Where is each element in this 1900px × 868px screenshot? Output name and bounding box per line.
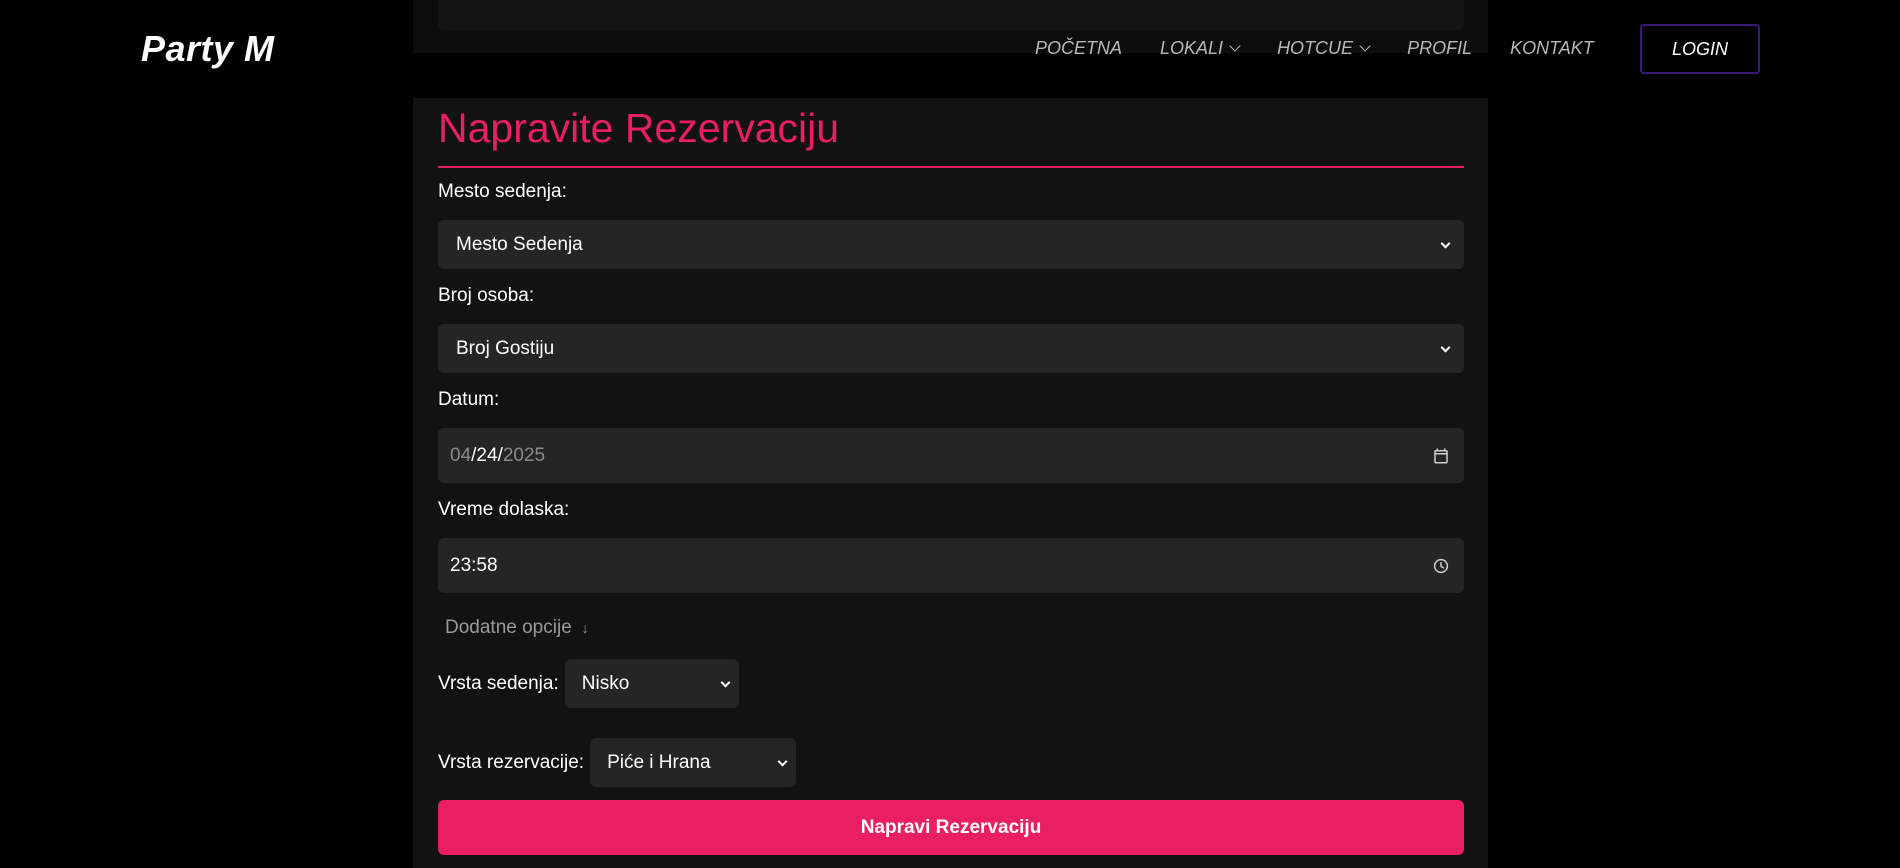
chevron-down-icon [720, 677, 731, 688]
date-day: 24 [476, 444, 498, 466]
time-input[interactable]: 23:58 [438, 538, 1464, 593]
form-title: Napravite Rezervaciju [438, 106, 1464, 168]
nav-item-label: LOKALI [1160, 38, 1224, 58]
seating-type-select[interactable]: Nisko [564, 659, 739, 708]
nav-item-hotcue[interactable]: HOTCUE [1277, 38, 1371, 59]
chevron-down-icon [777, 756, 788, 767]
nav-item-lokali[interactable]: LOKALI [1160, 38, 1241, 59]
nav-item-label: PROFIL [1407, 38, 1473, 58]
guests-select[interactable]: Broj Gostiju [438, 324, 1464, 373]
chevron-down-icon [1359, 40, 1371, 52]
chevron-down-icon [1229, 40, 1241, 52]
guests-label: Broj osoba: [438, 285, 535, 306]
nav-item-profil[interactable]: PROFIL [1407, 38, 1472, 59]
date-month: 04 [450, 444, 472, 466]
nav-item-pocetna[interactable]: POČETNA [1035, 38, 1122, 59]
main-nav: POČETNA LOKALI HOTCUE PROFIL KONTAKT [1035, 38, 1632, 59]
time-label: Vreme dolaska: [438, 499, 570, 520]
chevron-down-icon [1440, 238, 1451, 249]
seating-type-label: Vrsta sedenja: [438, 672, 559, 694]
calendar-icon[interactable] [1432, 447, 1450, 465]
nav-item-label: POČETNA [1035, 38, 1123, 58]
seating-type-row: Vrsta sedenja: Nisko [438, 659, 1464, 708]
login-button[interactable]: LOGIN [1640, 24, 1760, 74]
time-value: 23:58 [450, 554, 498, 576]
reservation-type-value: Piće i Hrana [607, 751, 711, 773]
seat-label: Mesto sedenja: [438, 181, 567, 202]
reservation-type-select[interactable]: Piće i Hrana [590, 738, 797, 787]
extra-options-toggle[interactable]: Dodatne opcije ↓ [445, 617, 1464, 639]
chevron-down-icon [1440, 342, 1451, 353]
reservation-type-label: Vrsta rezervacije: [438, 751, 585, 773]
reservation-form: Napravite Rezervaciju Mesto sedenja: Mes… [438, 98, 1464, 855]
site-logo[interactable]: Party M [141, 28, 275, 70]
date-year: 2025 [502, 444, 546, 466]
seat-select[interactable]: Mesto Sedenja [438, 220, 1464, 269]
guests-select-value: Broj Gostiju [456, 337, 555, 359]
submit-reservation-button[interactable]: Napravi Rezervaciju [438, 800, 1464, 855]
extra-options-label: Dodatne opcije [445, 617, 572, 638]
date-input[interactable]: 04/24/2025 [438, 428, 1464, 483]
nav-item-label: HOTCUE [1277, 38, 1354, 58]
date-label: Datum: [438, 389, 500, 410]
seating-type-value: Nisko [581, 672, 630, 694]
site-header: Party M POČETNA LOKALI HOTCUE PROFIL KON… [0, 0, 1900, 98]
nav-item-label: KONTAKT [1510, 38, 1594, 58]
arrow-down-icon: ↓ [581, 620, 589, 636]
clock-icon[interactable] [1432, 557, 1450, 575]
seat-select-value: Mesto Sedenja [456, 233, 583, 255]
nav-item-kontakt[interactable]: KONTAKT [1510, 38, 1594, 59]
reservation-type-row: Vrsta rezervacije: Piće i Hrana [438, 738, 1464, 787]
